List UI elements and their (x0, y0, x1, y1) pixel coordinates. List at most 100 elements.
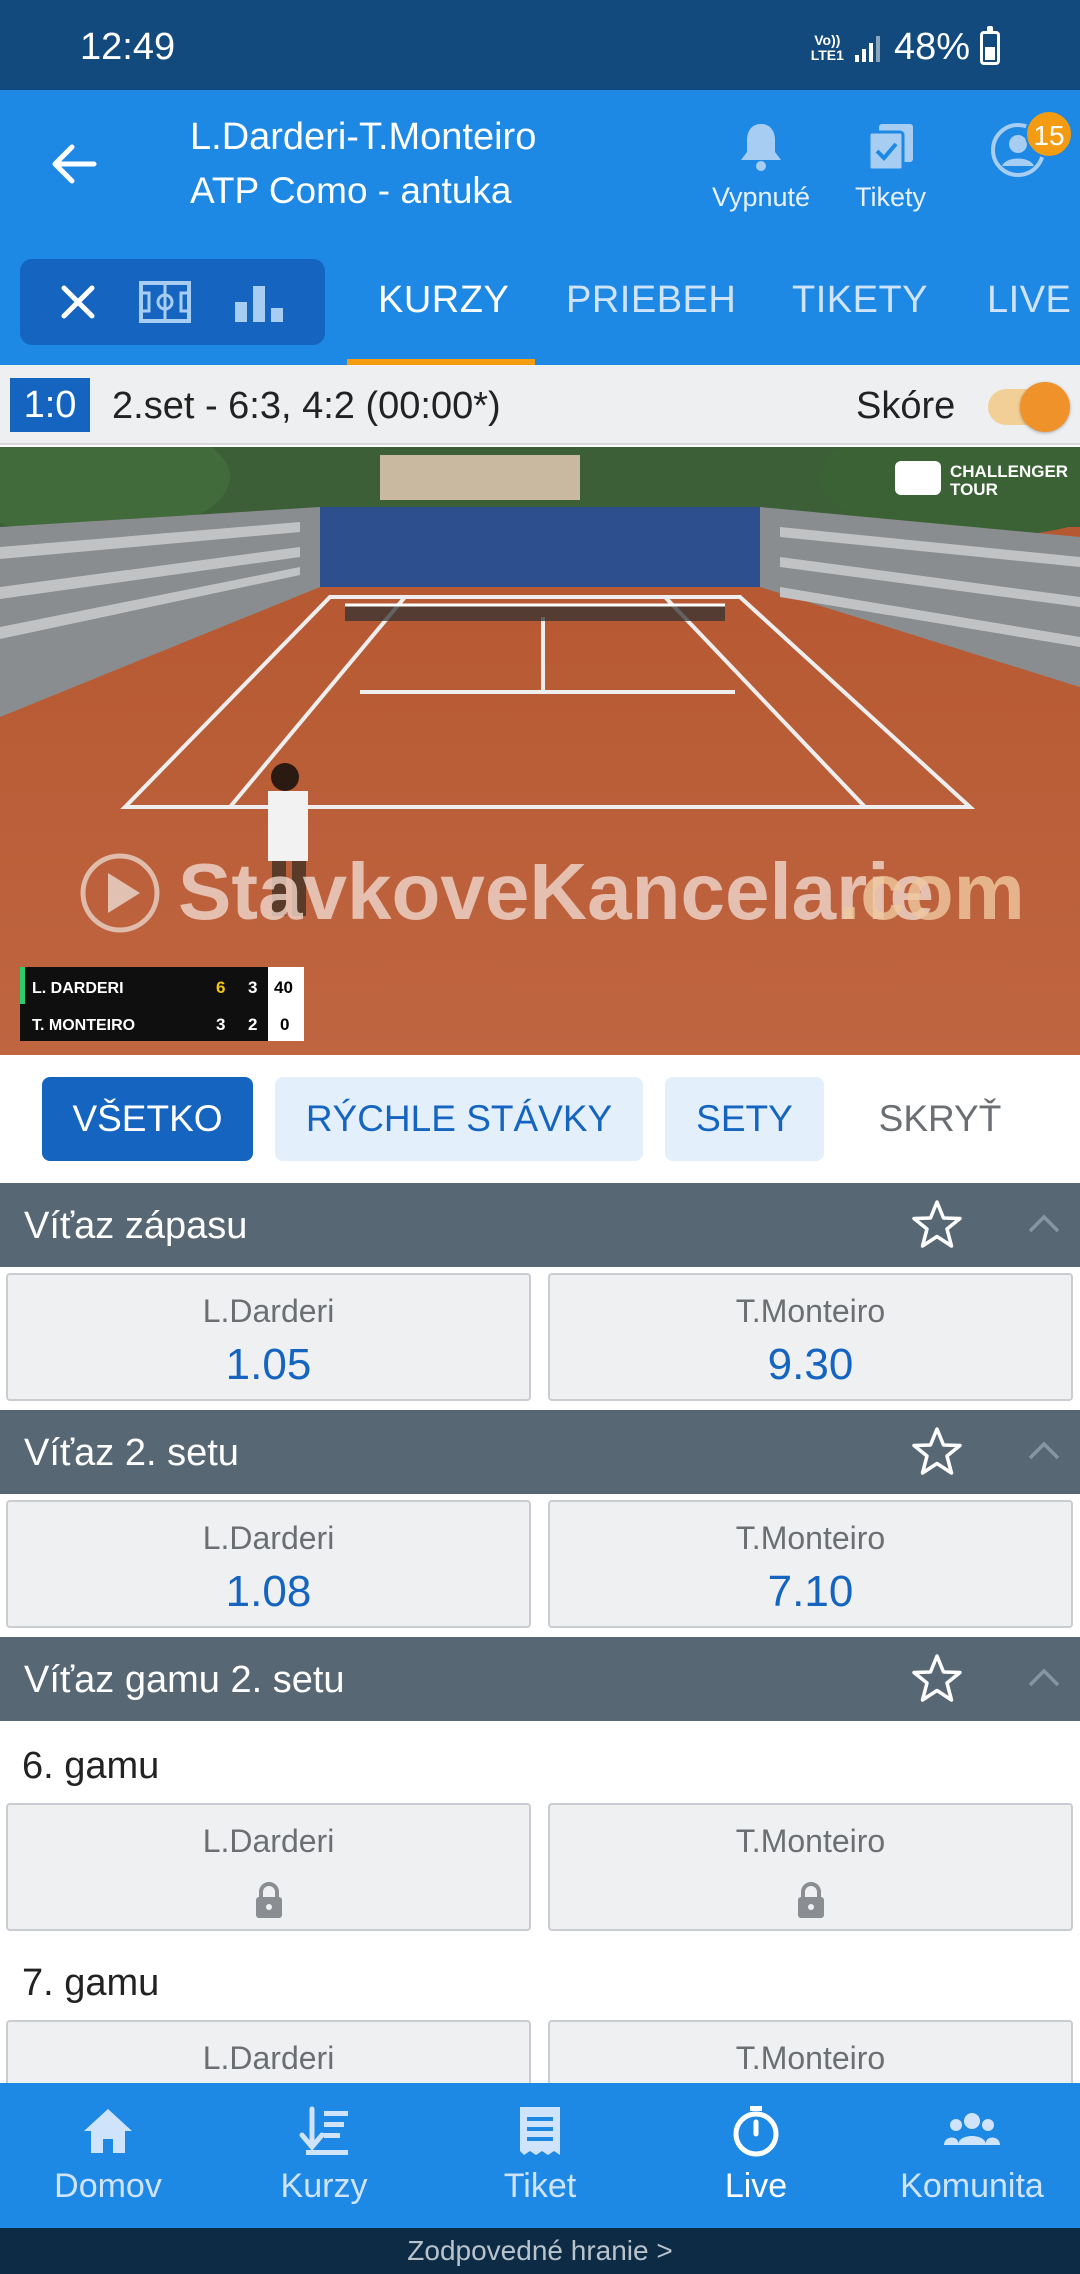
market-header-game-winner[interactable]: Víťaz gamu 2. setu (0, 1637, 1080, 1721)
odds-icon (299, 2106, 348, 2155)
battery-percent: 48% (893, 26, 970, 68)
scoreboard-p1-points: 40 (274, 978, 293, 997)
volte-indicator: Vo)) LTE1 (810, 31, 844, 63)
tennis-court-video-frame: StavkoveKancelarie .com CHALLENGER TOUR … (0, 447, 1080, 1055)
filter-sety[interactable]: SETY (665, 1077, 824, 1161)
tab-live[interactable]: LIVE (987, 279, 1071, 322)
volte-top: Vo)) (814, 31, 841, 48)
nav-domov[interactable]: Domov (0, 2105, 216, 2206)
nav-live[interactable]: Live (648, 2105, 864, 2206)
lock-icon (797, 1882, 824, 1918)
odd-name: L.Darderi (202, 2040, 335, 2076)
app-root: 12:49 Vo)) LTE1 48% L.Darderi-T.Monteiro… (0, 0, 1080, 2274)
profile-badge: 15 (1025, 110, 1073, 158)
odd-game6-darderi[interactable]: L.Darderi (6, 1803, 531, 1931)
star-icon[interactable] (910, 1199, 964, 1251)
scoreboard-player-2: T. MONTEIRO (32, 1017, 135, 1034)
home-icon (84, 2109, 132, 2153)
nav-label: Live (724, 2167, 788, 2205)
odd-name: L.Darderi (202, 1520, 335, 1556)
tabs-row: KURZY PRIEBEH TIKETY LIVE (0, 255, 1080, 365)
stopwatch-icon (733, 2106, 779, 2157)
scoreboard-p2-points: 0 (280, 1015, 289, 1034)
tickets-icon (867, 124, 913, 172)
odd-set2-winner-darderi[interactable]: L.Darderi 1.08 (6, 1500, 531, 1628)
status-time: 12:49 (80, 26, 176, 68)
market-header-match-winner[interactable]: Víťaz zápasu (0, 1183, 1080, 1267)
nav-tiket[interactable]: Tiket (432, 2105, 648, 2206)
challenger-logo-mark (895, 461, 941, 495)
toggle-knob (1020, 382, 1070, 432)
market-title: Víťaz gamu 2. setu (24, 1659, 345, 1701)
market-header-set2-winner[interactable]: Víťaz 2. setu (0, 1410, 1080, 1494)
responsible-gaming-link[interactable]: Zodpovedné hranie > (0, 2228, 1080, 2274)
scoreboard-player-1: L. DARDERI (32, 980, 124, 997)
tickets-button[interactable]: Tikety (855, 120, 926, 213)
battery-icon (980, 25, 1000, 65)
nav-komunita[interactable]: Komunita (864, 2105, 1080, 2206)
status-right: Vo)) LTE1 48% (810, 25, 1000, 69)
filter-vsetko[interactable]: VŠETKO (42, 1077, 253, 1161)
stats-icon[interactable] (233, 280, 287, 324)
live-video[interactable]: StavkoveKancelarie .com CHALLENGER TOUR … (0, 447, 1080, 1055)
scoreboard-p2-set1: 3 (216, 1015, 225, 1034)
tab-priebeh[interactable]: PRIEBEH (566, 279, 736, 322)
score-toggle-label: Skóre (856, 385, 956, 427)
scoreboard-p1-set1: 6 (216, 978, 225, 997)
nav-kurzy[interactable]: Kurzy (216, 2105, 432, 2206)
market-title: Víťaz zápasu (24, 1205, 248, 1247)
odd-name: L.Darderi (202, 1823, 335, 1859)
odd-value: 1.05 (225, 1340, 312, 1389)
nav-label: Kurzy (280, 2167, 368, 2205)
status-bar: 12:49 Vo)) LTE1 48% (0, 0, 1080, 90)
challenger-logo-line2: TOUR (950, 480, 998, 499)
scoreboard-p2-set2: 2 (248, 1015, 257, 1034)
odd-value: 1.08 (225, 1567, 312, 1616)
chevron-up-icon[interactable] (1026, 1438, 1062, 1462)
close-icon[interactable] (58, 282, 98, 322)
watermark-text: StavkoveKancelarie (178, 847, 934, 936)
odd-game6-monteiro[interactable]: T.Monteiro (548, 1803, 1073, 1931)
market-title: Víťaz 2. setu (24, 1432, 239, 1474)
odd-value: 9.30 (767, 1340, 854, 1389)
bottom-navigation: Domov Kurzy Tiket Live Komunita (0, 2083, 1080, 2228)
odd-name: T.Monteiro (735, 1520, 886, 1556)
bell-icon (741, 124, 782, 171)
chevron-up-icon[interactable] (1026, 1665, 1062, 1689)
tab-kurzy[interactable]: KURZY (378, 279, 509, 322)
view-switcher (20, 259, 325, 345)
video-scoreboard: L. DARDERI 6 3 40 T. MONTEIRO 3 2 0 (20, 967, 304, 1041)
score-toggle[interactable] (988, 382, 1070, 432)
scoreboard-p1-set2: 3 (248, 978, 257, 997)
back-arrow-icon[interactable] (48, 138, 100, 190)
community-icon (944, 2113, 1000, 2145)
notifications-button[interactable]: Vypnuté (712, 120, 810, 213)
lock-icon (255, 1882, 282, 1918)
odd-set2-winner-monteiro[interactable]: T.Monteiro 7.10 (548, 1500, 1073, 1628)
odd-name: T.Monteiro (735, 1823, 886, 1859)
star-icon[interactable] (910, 1426, 964, 1478)
chevron-up-icon[interactable] (1026, 1211, 1062, 1235)
score-bar: 1:0 2.set - 6:3, 4:2 (00:00*) Skóre (0, 365, 1080, 445)
star-icon[interactable] (910, 1653, 964, 1705)
score-detail: 2.set - 6:3, 4:2 (00:00*) (112, 385, 501, 427)
match-subtitle: ATP Como - antuka (190, 170, 512, 211)
watermark-suffix: .com (838, 847, 1025, 936)
game-6-label: 6. gamu (22, 1745, 160, 1787)
filter-skryt[interactable]: SKRYŤ (846, 1077, 1034, 1161)
odd-match-winner-darderi[interactable]: L.Darderi 1.05 (6, 1273, 531, 1401)
odd-match-winner-monteiro[interactable]: T.Monteiro 9.30 (548, 1273, 1073, 1401)
tab-tikety[interactable]: TIKETY (792, 279, 928, 322)
market-filters: VŠETKO RÝCHLE STÁVKY SETY SKRYŤ (0, 1055, 1080, 1183)
odd-name: T.Monteiro (735, 1293, 886, 1329)
tickets-label: Tikety (855, 182, 927, 212)
game-7-label: 7. gamu (22, 1962, 160, 2004)
signal-icon (854, 35, 880, 62)
notifications-label: Vypnuté (712, 182, 811, 212)
odd-value: 7.10 (767, 1567, 854, 1616)
nav-label: Domov (54, 2167, 162, 2205)
volte-bottom: LTE1 (810, 46, 844, 63)
filter-rychle-stavky[interactable]: RÝCHLE STÁVKY (275, 1077, 643, 1161)
field-view-icon[interactable] (138, 280, 192, 324)
match-title: L.Darderi-T.Monteiro (190, 116, 537, 158)
